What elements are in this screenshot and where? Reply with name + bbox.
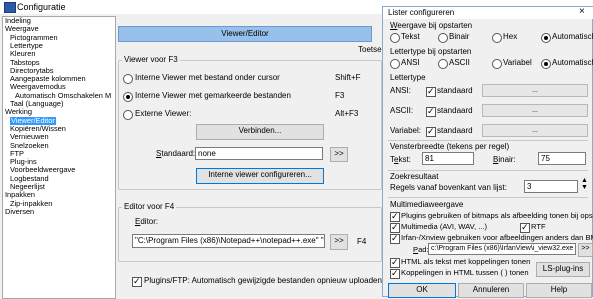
- editor-browse-button[interactable]: >>: [330, 234, 348, 250]
- window-title: Configuratie: [17, 2, 66, 12]
- standaard-label: Standaard:: [156, 149, 196, 158]
- weergave-radio-label: Automatisch: [552, 32, 593, 41]
- close-icon[interactable]: ×: [579, 7, 585, 17]
- weergave-radio-0[interactable]: [390, 33, 400, 43]
- ftp-upload-checkbox[interactable]: [132, 275, 142, 287]
- panel-header-label: Viewer/Editor: [221, 29, 269, 38]
- mm-multimedia-label: Multimedia (AVI, WAV, ...): [401, 222, 488, 231]
- font-variabel-standard-checkbox[interactable]: [426, 125, 436, 137]
- font-ascii-label: ASCII:: [390, 106, 414, 115]
- weergave-radio-label: Hex: [503, 32, 518, 41]
- hotkey-alt-f3: Alt+F3: [335, 109, 359, 118]
- pad-input[interactable]: c:\Program Files (x86)\IrfanView\i_view3…: [428, 243, 576, 255]
- font-variabel-choose-button[interactable]: ...: [482, 124, 588, 137]
- viewer-group-title: Viewer voor F3: [122, 55, 180, 64]
- tekst-label: Tekst:: [390, 155, 411, 164]
- font-ascii-standard-checkbox[interactable]: [426, 105, 436, 117]
- weergave-radio-2[interactable]: [492, 33, 502, 43]
- lettertype-radio-label: ASCII: [449, 58, 470, 67]
- lettertype-radio-2[interactable]: [492, 59, 502, 69]
- multimedia-heading: Multimediaweergave: [390, 200, 464, 209]
- ls-plugins-button[interactable]: LS-plug-ins: [536, 262, 590, 277]
- vensterbreedte-heading: Vensterbreedte (tekens per regel): [390, 142, 510, 151]
- viewer-radio-cursor-label: Interne Viewer met bestand onder cursor: [135, 73, 280, 82]
- weergave-radio-label: Binair: [449, 32, 470, 41]
- toetsen-label: Toetse: [358, 45, 382, 54]
- weergave-radio-label: Tekst: [401, 32, 420, 41]
- editor-group-title: Editor voor F4: [122, 202, 177, 211]
- divider: [388, 197, 588, 198]
- divider: [388, 140, 588, 141]
- verbinden-button[interactable]: Verbinden...: [196, 124, 324, 140]
- editor-input[interactable]: "C:\Program Files (x86)\Notepad++\notepa…: [132, 234, 325, 248]
- viewer-radio-external[interactable]: [123, 110, 133, 120]
- dialog-title: Lister configureren: [388, 8, 455, 17]
- irfan-label: Irfan-/Xnview gebruiken voor afbeeldinge…: [401, 233, 593, 242]
- font-ansi-label: ANSI:: [390, 86, 411, 95]
- help-button[interactable]: Help: [526, 283, 592, 298]
- divider: [388, 170, 588, 171]
- regels-input[interactable]: 3: [524, 180, 578, 193]
- hotkey-f3: F3: [335, 91, 345, 100]
- viewer-radio-cursor[interactable]: [123, 74, 133, 84]
- regels-spinner[interactable]: ▲ ▼: [581, 177, 588, 191]
- lettertype-radio-3[interactable]: [541, 59, 551, 69]
- lettertype-radio-0[interactable]: [390, 59, 400, 69]
- irfan-checkbox[interactable]: [390, 232, 400, 244]
- zoekresultaat-heading: Zoekresultaat: [390, 172, 439, 181]
- lettertype-radio-label: Automatisch: [552, 58, 593, 67]
- font-ansi-standard-label: standaard: [437, 86, 473, 95]
- font-ansi-choose-button[interactable]: ...: [482, 84, 588, 97]
- lettertype-heading: Lettertype: [390, 73, 426, 82]
- tree-item[interactable]: Vernieuwen: [10, 133, 49, 141]
- lettertype-start-heading: Lettertype bij opstarten: [390, 47, 472, 56]
- tree-item[interactable]: Diversen: [5, 207, 34, 216]
- hotkey-shift-f: Shift+F: [335, 73, 361, 82]
- font-variabel-standard-label: standaard: [437, 126, 473, 135]
- hotkey-f4: F4: [357, 237, 367, 246]
- lettertype-radio-label: Variabel: [503, 58, 532, 67]
- app-icon: [4, 2, 16, 13]
- viewer-radio-marked-label: Interne Viewer met gemarkeerde bestanden: [135, 91, 291, 100]
- standaard-browse-button[interactable]: >>: [330, 147, 348, 162]
- mm-plugins-label: Plugins gebruiken of bitmaps als afbeeld…: [401, 211, 593, 220]
- weergave-radio-3[interactable]: [541, 33, 551, 43]
- rtf-label: RTF: [531, 222, 546, 231]
- html-links-label: Koppelingen in HTML tussen ( ) tonen: [401, 268, 529, 277]
- pad-browse-button[interactable]: >>: [578, 243, 593, 257]
- tree-item[interactable]: Kleuren: [10, 50, 35, 58]
- tekst-width-input[interactable]: 81: [422, 152, 474, 165]
- html-links-checkbox[interactable]: [390, 267, 400, 279]
- font-ascii-choose-button[interactable]: ...: [482, 104, 588, 117]
- cancel-button[interactable]: Annuleren: [458, 283, 524, 298]
- panel-header: Viewer/Editor: [118, 26, 372, 42]
- font-ansi-standard-checkbox[interactable]: [426, 85, 436, 97]
- font-variabel-label: Variabel:: [390, 126, 421, 135]
- regels-label: Regels vanaf bovenkant van lijst:: [390, 183, 507, 192]
- binair-width-input[interactable]: 75: [538, 152, 586, 165]
- editor-label: Editor:: [135, 217, 159, 226]
- weergave-radio-1[interactable]: [438, 33, 448, 43]
- standaard-input[interactable]: none: [195, 147, 323, 160]
- viewer-radio-marked[interactable]: [123, 92, 133, 102]
- binair-label: Binair:: [493, 155, 516, 164]
- lettertype-radio-label: ANSI: [401, 58, 420, 67]
- pad-label: Pad:: [413, 245, 429, 254]
- ftp-upload-label: Plugins/FTP: Automatisch gewijzigde best…: [144, 276, 382, 285]
- configure-viewer-button[interactable]: Interne viewer configureren...: [196, 168, 324, 184]
- font-ascii-standard-label: standaard: [437, 106, 473, 115]
- ok-button[interactable]: OK: [388, 283, 456, 298]
- weergave-heading: Weergave bij opstarten: [390, 21, 473, 30]
- viewer-radio-external-label: Externe Viewer:: [135, 109, 192, 118]
- html-text-label: HTML als tekst met koppelingen tonen: [401, 257, 531, 266]
- lettertype-radio-1[interactable]: [438, 59, 448, 69]
- settings-tree[interactable]: Indeling Weergave Pictogrammen Lettertype Kl…: [2, 16, 116, 299]
- rtf-checkbox[interactable]: [520, 221, 530, 233]
